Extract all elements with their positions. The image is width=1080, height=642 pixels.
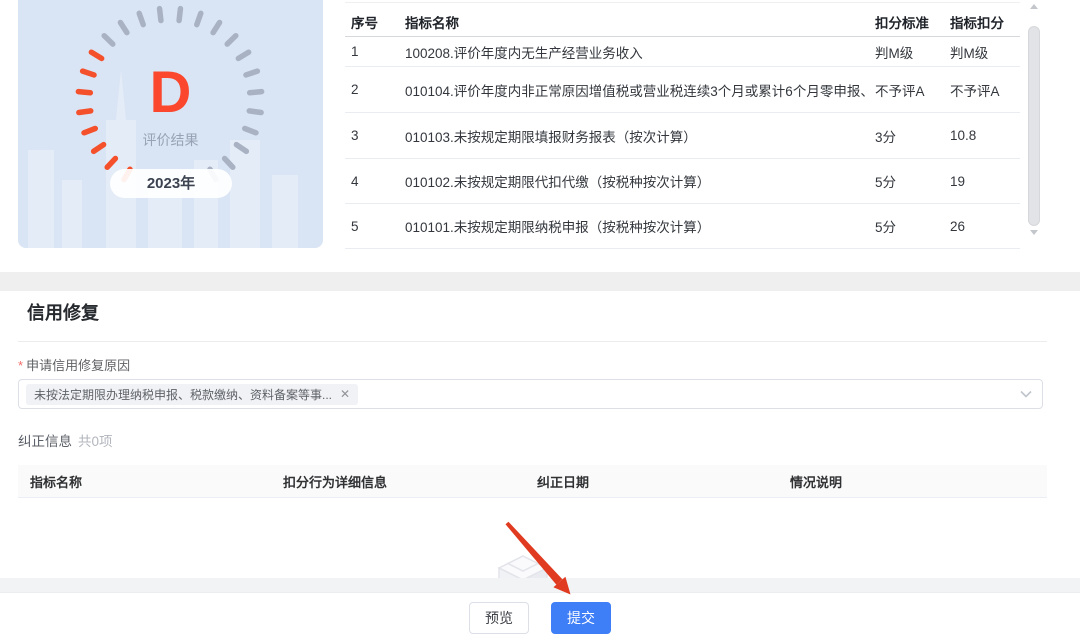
row-standard: 3分 [865, 126, 940, 146]
row-no: 2 [345, 82, 405, 97]
correction-count: 共0项 [78, 434, 113, 449]
required-asterisk: * [18, 358, 23, 373]
col-header-indicator: 指标名称 [18, 472, 271, 491]
row-deduction: 19 [940, 174, 1020, 189]
section-separator [0, 272, 1080, 291]
row-standard: 5分 [865, 216, 940, 236]
submit-button[interactable]: 提交 [551, 602, 611, 634]
indicator-table-header: 序号 指标名称 扣分标准 指标扣分 [345, 8, 1020, 37]
row-name: 010103.未按规定期限填报财务报表（按次计算） [405, 126, 865, 146]
row-no: 5 [345, 219, 405, 234]
row-deduction: 10.8 [940, 128, 1020, 143]
row-name: 010102.未按规定期限代扣代缴（按税种按次计算） [405, 171, 865, 191]
preview-button[interactable]: 预览 [469, 602, 529, 634]
footer-gap [0, 578, 1080, 592]
table-row: 2 010104.评价年度内非正常原因增值税或营业税连续3个月或累计6个月零申报… [345, 67, 1020, 113]
col-header-name: 指标名称 [405, 12, 865, 32]
scrollbar-thumb[interactable] [1028, 26, 1040, 226]
footer-action-bar: 预览 提交 [0, 592, 1080, 642]
row-name: 100208.评价年度内无生产经营业务收入 [405, 42, 865, 62]
col-header-date: 纠正日期 [525, 472, 778, 491]
evaluation-score-card: D 评价结果 2023年 [18, 0, 323, 248]
table-scrollbar[interactable] [1028, 0, 1040, 246]
scrollbar-up-arrow-icon[interactable] [1030, 4, 1038, 9]
row-no: 3 [345, 128, 405, 143]
table-row: 5 010101.未按规定期限纳税申报（按税种按次计算） 5分 26 [345, 204, 1020, 249]
repair-reason-select[interactable]: 未按法定期限办理纳税申报、税款缴纳、资料备案等事... ✕ [18, 379, 1043, 409]
section-title: 信用修复 [27, 299, 99, 325]
evaluation-grade-caption: 评价结果 [18, 130, 323, 150]
row-standard: 5分 [865, 171, 940, 191]
row-no: 1 [345, 44, 405, 59]
row-no: 4 [345, 174, 405, 189]
chevron-down-icon [1020, 390, 1032, 398]
correction-info-label: 纠正信息共0项 [18, 430, 113, 450]
selected-reason-tag: 未按法定期限办理纳税申报、税款缴纳、资料备案等事... ✕ [26, 384, 358, 405]
row-deduction: 判M级 [940, 42, 1020, 62]
table-row: 3 010103.未按规定期限填报财务报表（按次计算） 3分 10.8 [345, 113, 1020, 159]
row-standard: 不予评A [865, 80, 940, 100]
row-deduction: 不予评A [940, 80, 1020, 100]
row-name: 010104.评价年度内非正常原因增值税或营业税连续3个月或累计6个月零申报、.… [405, 80, 865, 100]
indicator-table: 序号 指标名称 扣分标准 指标扣分 1 100208.评价年度内无生产经营业务收… [345, 0, 1020, 249]
row-name: 010101.未按规定期限纳税申报（按税种按次计算） [405, 216, 865, 236]
col-header-deduction: 指标扣分 [940, 12, 1020, 32]
credit-repair-section: 信用修复 *申请信用修复原因 未按法定期限办理纳税申报、税款缴纳、资料备案等事.… [0, 291, 1080, 578]
col-header-standard: 扣分标准 [865, 12, 940, 32]
correction-table-header: 指标名称 扣分行为详细信息 纠正日期 情况说明 [18, 465, 1047, 498]
tag-remove-icon[interactable]: ✕ [340, 387, 350, 401]
reason-field-label: *申请信用修复原因 [18, 355, 130, 374]
evaluation-grade: D [18, 64, 323, 122]
row-deduction: 26 [940, 219, 1020, 234]
col-header-no: 序号 [345, 12, 405, 32]
reason-label-text: 申请信用修复原因 [26, 358, 130, 373]
table-row: 4 010102.未按规定期限代扣代缴（按税种按次计算） 5分 19 [345, 159, 1020, 204]
section-divider [18, 341, 1047, 342]
col-header-note: 情况说明 [778, 472, 1047, 491]
credit-repair-page: D 评价结果 2023年 序号 指标名称 扣分标准 指标扣分 1 100208.… [0, 0, 1080, 642]
reason-tag-text: 未按法定期限办理纳税申报、税款缴纳、资料备案等事... [34, 386, 332, 403]
scrollbar-down-arrow-icon[interactable] [1030, 230, 1038, 235]
col-header-detail: 扣分行为详细信息 [271, 472, 525, 491]
evaluation-year-badge: 2023年 [110, 169, 232, 198]
table-row: 1 100208.评价年度内无生产经营业务收入 判M级 判M级 [345, 37, 1020, 67]
row-standard: 判M级 [865, 42, 940, 62]
correction-label-text: 纠正信息 [18, 434, 72, 449]
